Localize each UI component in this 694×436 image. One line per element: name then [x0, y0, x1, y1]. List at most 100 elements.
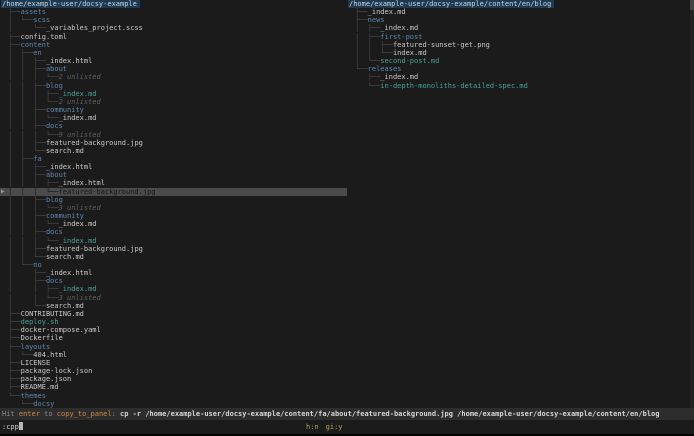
tree-row-assets[interactable]: ├──assets [0, 8, 347, 16]
tree-row-index-md[interactable]: ├──_index.md [347, 8, 690, 16]
tree-row-en[interactable]: │ ├──en [0, 49, 347, 57]
tree-branch: └── [8, 391, 21, 400]
node-label: about [45, 171, 68, 180]
tree-row-package-json[interactable]: ├──package.json [0, 375, 347, 383]
tree-row-index-md[interactable]: │ │ │ └──_index.md [0, 114, 347, 122]
node-label: 2 unlisted [58, 97, 101, 106]
node-label: _index.md [58, 285, 97, 294]
tree-row-9-unlisted[interactable]: │ │ │ └──9 unlisted [0, 131, 347, 139]
tree-row-search-md[interactable]: │ │ └──search.md [0, 147, 347, 155]
status-bar: Hit enter to copy_to_panel: cp -r /home/… [0, 408, 694, 420]
tree-row-deploy-sh[interactable]: ├──deploy.sh [0, 318, 347, 326]
tree-row-docs[interactable]: │ │ ├──docs [0, 122, 347, 130]
tree-row-about[interactable]: │ │ ├──about [0, 171, 347, 179]
tree-row-index-md[interactable]: │ │ └──index.md [347, 49, 690, 57]
tree-row-docs[interactable]: │ ├──docs [0, 277, 347, 285]
node-label: 404.html [33, 350, 68, 359]
node-label: _index.md [58, 236, 97, 245]
tree-row-index-md[interactable]: │ │ │ └──_index.md [0, 220, 347, 228]
left-panel-path: /home/example-user/docsy-example [1, 0, 140, 8]
node-label: no [33, 261, 42, 269]
tree-row-docsy[interactable]: └──docsy [0, 400, 347, 408]
tree-row-index-md[interactable]: │ │ ├──_index.md [0, 285, 347, 293]
tree-branch: └── [355, 65, 368, 74]
scrollbar-thumb[interactable] [690, 0, 694, 10]
tree-row-package-lock-json[interactable]: ├──package-lock.json [0, 367, 347, 375]
tree-row-blog[interactable]: │ │ ├──blog [0, 82, 347, 90]
node-label: _index.md [58, 220, 97, 229]
tree-row-releases[interactable]: └──releases [347, 65, 690, 73]
node-label: second-post.md [380, 57, 440, 66]
selected-row-marker-icon: ▶ [1, 187, 5, 195]
status-hint-to: to [39, 410, 57, 418]
tree-row-3-unlisted[interactable]: │ │ └──3 unlisted [0, 294, 347, 302]
tree-row-index-md[interactable]: ├──_index.md [347, 73, 690, 81]
tree-row-config-toml[interactable]: ├──config.toml [0, 33, 347, 41]
tree-branch: ├── [8, 8, 21, 17]
tree-branch: │ │ │ └── [8, 187, 59, 196]
tree-branch: │ │ │ └── [8, 236, 59, 245]
tree-branch: │ └── [8, 301, 46, 310]
tree-row-blog[interactable]: │ │ ├──blog [0, 196, 347, 204]
tree-row-index-html[interactable]: │ │ ├──_index.html [0, 163, 347, 171]
tree-row-first-post[interactable]: │ ├──first-post [347, 33, 690, 41]
tree-row-404-html[interactable]: │ └──404.html [0, 351, 347, 359]
command-input-value: :cpp [2, 423, 19, 431]
tree-branch: │ │ ├── [355, 40, 393, 49]
tree-row-community[interactable]: │ │ ├──community [0, 212, 347, 220]
tree-row-index-md[interactable]: │ │ │ ├──_index.md [0, 90, 347, 98]
tree-row-2-unlisted[interactable]: │ │ │ └──2 unlisted [0, 73, 347, 81]
tree-row-index-html[interactable]: │ │ │ ├──_index.html [0, 179, 347, 187]
tree-row-readme-md[interactable]: ├──README.md [0, 383, 347, 391]
tree-row-featured-background-jpg[interactable]: ▶ │ │ │ └──featured-background.jpg [0, 187, 347, 196]
right-panel-header: /home/example-user/docsy-example/content… [347, 0, 690, 8]
tree-row-contributing-md[interactable]: ├──CONTRIBUTING.md [0, 310, 347, 318]
tree-row-scss[interactable]: │ └──scss [0, 16, 347, 24]
tree-row-license[interactable]: ├──LICENSE [0, 359, 347, 367]
node-label: featured-background.jpg [45, 244, 143, 253]
tree-branch: │ │ ├── [8, 228, 46, 237]
tree-row-search-md[interactable]: │ └──search.md [0, 302, 347, 310]
tree-row-3-unlisted[interactable]: │ │ │ └──3 unlisted [0, 204, 347, 212]
tree-branch: │ │ ├── [8, 212, 46, 221]
tree-row-docs[interactable]: │ │ ├──docs [0, 228, 347, 236]
tree-row-index-md[interactable]: │ │ │ └──_index.md [0, 237, 347, 245]
tree-branch: │ │ │ └── [8, 97, 59, 106]
tree-row-featured-background-jpg[interactable]: │ │ ├──featured-background.jpg [0, 139, 347, 147]
tree-row-layouts[interactable]: ├──layouts [0, 343, 347, 351]
tree-row-dockerfile[interactable]: ├──Dockerfile [0, 334, 347, 342]
tree-branch: │ ├── [8, 154, 34, 163]
tree-row-no[interactable]: │ └──no [0, 261, 347, 269]
tree-row-index-html[interactable]: │ ├──_index.html [0, 269, 347, 277]
tree-row-content[interactable]: ├──content [0, 41, 347, 49]
tree-row-in-depth-monoliths-detailed-spec-md[interactable]: └──in-depth-monoliths-detailed-spec.md [347, 82, 690, 90]
tree-row-2-unlisted[interactable]: │ │ │ └──2 unlisted [0, 98, 347, 106]
tree-branch: │ │ ├── [8, 81, 46, 90]
tree-row-themes[interactable]: └──themes [0, 392, 347, 400]
tree-row-search-md[interactable]: │ │ └──search.md [0, 253, 347, 261]
tree-branch: │ │ ├── [8, 244, 46, 253]
tree-branch: ├── [8, 318, 21, 327]
tree-row-index-md[interactable]: │ ├──_index.md [347, 24, 690, 32]
status-verb-name: copy_to_panel [56, 410, 112, 418]
tree-row-docker-compose-yaml[interactable]: ├──docker-compose.yaml [0, 326, 347, 334]
node-label: search.md [45, 146, 84, 155]
tree-row-index-html[interactable]: │ │ ├──_index.html [0, 57, 347, 65]
node-label: _variables_project.scss [45, 24, 143, 33]
tree-row-news[interactable]: ├──news [347, 16, 690, 24]
mode-flags: h:n gi:y [306, 421, 350, 433]
tree-row-second-post-md[interactable]: │ └──second-post.md [347, 57, 690, 65]
tree-row-featured-sunset-get-png[interactable]: │ │ ├──featured-sunset-get.png [347, 41, 690, 49]
tree-branch: │ │ │ └── [8, 73, 59, 82]
tree-branch: ├── [355, 16, 368, 25]
tree-row-featured-background-jpg[interactable]: │ │ ├──featured-background.jpg [0, 245, 347, 253]
tree-row-variables-project-scss[interactable]: │ └──_variables_project.scss [0, 24, 347, 32]
tree-row-community[interactable]: │ │ ├──community [0, 106, 347, 114]
node-label: featured-background.jpg [45, 138, 143, 147]
tree-branch: │ └── [8, 16, 34, 25]
scrollbar-track[interactable] [690, 0, 694, 408]
tree-row-fa[interactable]: │ ├──fa [0, 155, 347, 163]
tree-row-about[interactable]: │ │ ├──about [0, 65, 347, 73]
tree-branch: │ │ ├── [8, 106, 46, 115]
tree-branch: │ └── [8, 261, 34, 269]
